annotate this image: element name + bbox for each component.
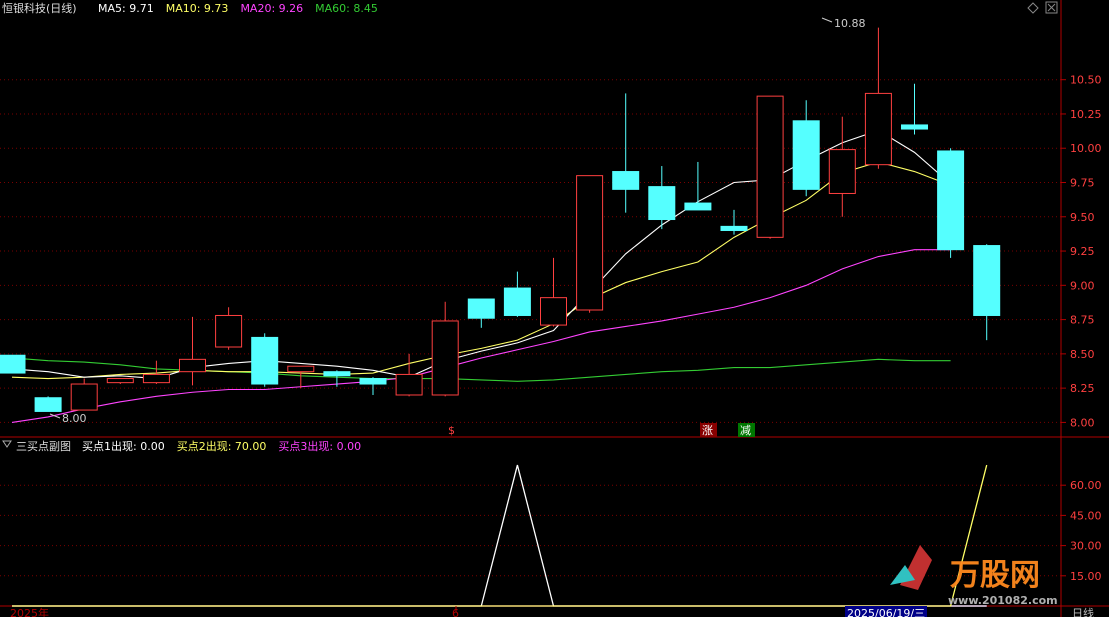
time-label-year: 2025年 — [10, 606, 49, 617]
sub-chart-lines — [12, 464, 988, 607]
candle[interactable] — [540, 257, 567, 327]
candle[interactable] — [756, 95, 784, 239]
candle[interactable] — [576, 175, 604, 313]
sub-chart-title: 三买点副图 — [16, 440, 71, 453]
ma-legend: MA5: 9.71 MA10: 9.73 MA20: 9.26 MA60: 8.45 — [98, 2, 378, 15]
ma-legend-item: MA10: 9.73 — [166, 2, 229, 15]
close-panel-icon[interactable] — [1045, 1, 1058, 14]
high-price-label: 10.88 — [821, 17, 866, 30]
price-tick-label: 9.00 — [1070, 279, 1095, 292]
candle[interactable] — [612, 93, 640, 213]
svg-text:8.00: 8.00 — [62, 412, 87, 425]
price-tick-label: 10.00 — [1070, 142, 1102, 155]
sub-legend-item: 买点1出现: 0.00 — [82, 439, 165, 453]
ma20-line — [11, 249, 951, 423]
svg-text:涨: 涨 — [702, 424, 713, 437]
time-axis: 2025年 6 2025/06/19/三 日线 — [10, 606, 1094, 617]
wangu-logo: 万股网 www.201082.com — [890, 545, 1058, 607]
candle[interactable] — [648, 166, 676, 230]
price-tick-label: 9.75 — [1070, 177, 1095, 190]
chart-title: 恒银科技(日线) — [2, 1, 77, 15]
svg-text:万股网: 万股网 — [950, 558, 1040, 593]
candle[interactable] — [828, 116, 856, 217]
candle[interactable] — [792, 100, 820, 197]
sub-chart-legend: 三买点副图 买点1出现: 0.00 买点2出现: 70.00 买点3出现: 0.00 — [2, 439, 361, 453]
stock-chart[interactable]: 10.50 10.25 10.00 9.75 9.50 9.25 9.00 8.75 8.50 8… — [0, 0, 1109, 617]
ma-legend-item: MA5: 9.71 — [98, 2, 154, 15]
price-tick-label: 8.25 — [1070, 382, 1095, 395]
price-tick-label: 8.75 — [1070, 314, 1095, 327]
candle[interactable] — [467, 298, 495, 328]
candle[interactable] — [864, 27, 892, 169]
sub-tick-labels: 60.00 45.00 30.00 15.00 — [1061, 479, 1102, 583]
svg-text:www.201082.com: www.201082.com — [948, 594, 1058, 607]
jian-badge: 减 — [738, 423, 755, 437]
price-tick-label: 10.25 — [1070, 108, 1102, 121]
buy1-line — [12, 464, 987, 607]
candle[interactable] — [684, 161, 712, 211]
price-tick-label: 10.50 — [1070, 74, 1102, 87]
candle[interactable] — [179, 316, 206, 386]
candle[interactable] — [0, 354, 26, 374]
candle[interactable] — [287, 365, 315, 389]
candle[interactable] — [973, 244, 1001, 341]
candle[interactable] — [431, 301, 459, 397]
time-label-month: 6 — [452, 607, 459, 617]
sub-tick-label: 60.00 — [1070, 479, 1102, 492]
low-price-label: 8.00 — [49, 412, 87, 425]
candle[interactable] — [215, 307, 243, 350]
price-tick-label: 8.00 — [1070, 416, 1095, 429]
collapse-icon[interactable] — [2, 440, 12, 448]
ma-legend-item: MA60: 8.45 — [315, 2, 378, 15]
price-grid — [0, 79, 1061, 423]
period-label: 日线 — [1072, 606, 1094, 617]
zhang-badge: 涨 — [700, 423, 717, 437]
price-tick-label: 8.50 — [1070, 348, 1095, 361]
candle[interactable] — [720, 209, 748, 235]
diamond-icon[interactable] — [1027, 2, 1039, 14]
date-cursor-label: 2025/06/19/三 — [847, 607, 925, 617]
candle[interactable] — [503, 271, 531, 317]
price-tick-label: 9.50 — [1070, 211, 1095, 224]
candle[interactable] — [937, 148, 965, 258]
ma10-line — [11, 161, 951, 380]
s-marker: $ — [448, 424, 455, 437]
sub-chart-grid — [0, 484, 1061, 577]
candle[interactable] — [34, 396, 62, 412]
sub-tick-label: 15.00 — [1070, 570, 1102, 583]
candle[interactable] — [395, 353, 423, 397]
sub-tick-label: 45.00 — [1070, 509, 1102, 522]
price-tick-labels: 10.50 10.25 10.00 9.75 9.50 9.25 9.00 8.75 8.50 8… — [1061, 74, 1102, 429]
sub-legend-item: 买点2出现: 70.00 — [177, 439, 267, 453]
sub-tick-label: 30.00 — [1070, 540, 1102, 553]
candle[interactable] — [106, 378, 134, 385]
svg-text:10.88: 10.88 — [834, 17, 866, 30]
candle[interactable] — [251, 333, 279, 387]
svg-text:减: 减 — [740, 424, 751, 437]
sub-legend-item: 买点3出现: 0.00 — [278, 439, 361, 453]
candle[interactable] — [359, 377, 387, 395]
candle[interactable] — [70, 378, 98, 411]
candle[interactable] — [901, 83, 928, 135]
price-tick-label: 9.25 — [1070, 245, 1095, 258]
ma-legend-item: MA20: 9.26 — [240, 2, 303, 15]
